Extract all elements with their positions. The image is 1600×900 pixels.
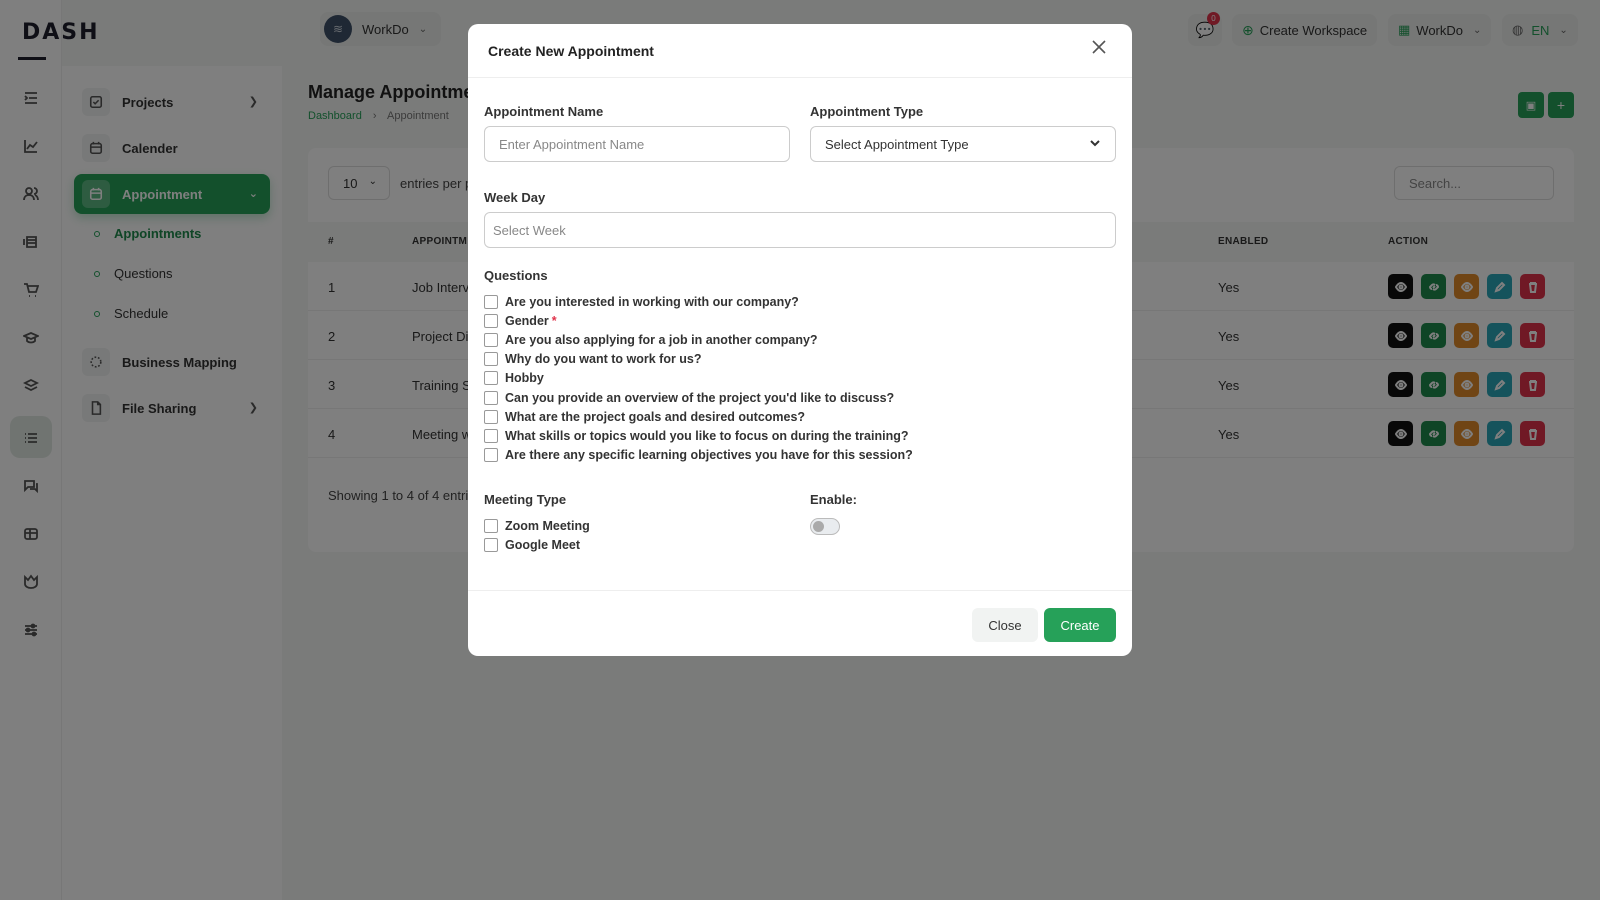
checkbox[interactable] (484, 371, 498, 386)
modal-header: Create New Appointment (468, 24, 1132, 78)
meeting-type-label: Meeting Type (484, 492, 567, 507)
questions-list: Are you interested in working with our c… (484, 292, 1104, 465)
checkbox[interactable] (484, 518, 498, 533)
appointment-name-input[interactable] (484, 126, 790, 162)
modal-footer: Close Create (468, 590, 1132, 656)
checkbox[interactable] (484, 428, 498, 443)
checkbox[interactable] (484, 537, 498, 552)
checkbox[interactable] (484, 409, 498, 424)
checkbox[interactable] (484, 313, 498, 328)
question-option[interactable]: Are there any specific learning objectiv… (484, 446, 1104, 465)
questions-label: Questions (484, 268, 548, 283)
question-option[interactable]: Are you also applying for a job in anoth… (484, 330, 1104, 349)
week-day-input[interactable] (484, 212, 1116, 248)
close-icon[interactable] (1090, 38, 1114, 62)
create-button[interactable]: Create (1044, 608, 1116, 642)
meeting-type-list: Zoom Meeting Google Meet (484, 516, 590, 554)
meeting-type-option[interactable]: Google Meet (484, 535, 590, 554)
question-option[interactable]: Are you interested in working with our c… (484, 292, 1104, 311)
week-day-label: Week Day (484, 190, 546, 205)
appointment-name-label: Appointment Name (484, 104, 604, 119)
create-appointment-modal: Create New Appointment Appointment Name … (468, 24, 1132, 656)
chevron-down-icon (1089, 137, 1101, 152)
question-option[interactable]: What are the project goals and desired o… (484, 407, 1104, 426)
checkbox[interactable] (484, 332, 498, 347)
question-option[interactable]: Why do you want to work for us? (484, 350, 1104, 369)
question-option[interactable]: Gender * (484, 311, 1104, 330)
enable-label: Enable: (810, 492, 857, 507)
checkbox[interactable] (484, 352, 498, 367)
checkbox[interactable] (484, 294, 498, 309)
question-option[interactable]: Hobby (484, 369, 1104, 388)
appointment-type-label: Appointment Type (810, 104, 924, 119)
question-option[interactable]: Can you provide an overview of the proje… (484, 388, 1104, 407)
close-button[interactable]: Close (972, 608, 1038, 642)
appointment-type-select[interactable]: Select Appointment Type (810, 126, 1116, 162)
checkbox[interactable] (484, 390, 498, 405)
enable-toggle[interactable] (810, 518, 840, 535)
modal-title: Create New Appointment (488, 43, 654, 59)
meeting-type-option[interactable]: Zoom Meeting (484, 516, 590, 535)
question-option[interactable]: What skills or topics would you like to … (484, 426, 1104, 445)
checkbox[interactable] (484, 448, 498, 463)
required-mark: * (551, 313, 557, 328)
